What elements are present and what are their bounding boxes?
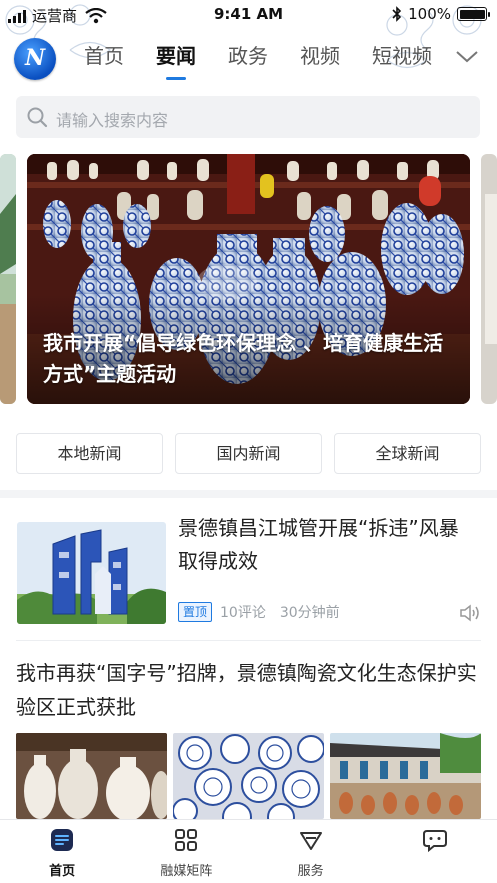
bottom-tab-bar: 首页 融媒矩阵 服务	[0, 819, 497, 883]
bottom-tab-media-matrix[interactable]: 融媒矩阵	[124, 820, 248, 883]
pinned-badge: 置顶	[178, 602, 213, 622]
tab-government[interactable]: 政务	[212, 42, 284, 74]
news-thumbnail	[17, 522, 166, 624]
news-item[interactable]: 景德镇昌江城管开展“拆违”风暴取得成效 置顶 10评论 30分钟前	[0, 498, 497, 640]
tab-short-video[interactable]: 短视频	[356, 42, 448, 74]
bottom-tab-label: 首页	[49, 864, 76, 879]
search-bar[interactable]: 请输入搜索内容	[16, 96, 480, 138]
top-nav: N 首页 要闻 政务 视频 短视频	[0, 34, 497, 82]
local-news-button[interactable]: 本地新闻	[16, 433, 163, 474]
bluetooth-icon	[392, 6, 402, 22]
chevron-down-icon[interactable]	[453, 44, 481, 68]
bottom-tab-label: 服务	[297, 864, 324, 879]
global-news-button[interactable]: 全球新闻	[334, 433, 481, 474]
home-icon	[51, 829, 74, 851]
chat-icon	[422, 830, 447, 853]
tab-headlines[interactable]: 要闻	[140, 42, 212, 80]
banner-caption: 我市开展“倡导绿色环保理念 、培育健康生活方式”主题活动	[43, 331, 444, 386]
category-buttons: 本地新闻 国内新闻 全球新闻	[16, 433, 481, 474]
battery-percent: 100%	[408, 5, 451, 23]
logo-letter: N	[24, 45, 46, 71]
bottom-tab-services[interactable]: 服务	[249, 820, 373, 883]
news-image-kiln-courtyard	[330, 733, 481, 819]
news-image-pottery	[16, 733, 167, 819]
bottom-tab-chat[interactable]	[373, 820, 497, 883]
app-logo[interactable]: N	[14, 38, 56, 80]
news-meta: 置顶 10评论 30分钟前	[178, 602, 340, 622]
bottom-tab-home[interactable]: 首页	[0, 820, 124, 883]
battery-icon	[457, 7, 490, 21]
search-placeholder: 请输入搜索内容	[56, 111, 169, 130]
channel-tabs: 首页 要闻 政务 视频 短视频	[68, 42, 448, 80]
status-bar: 运营商 9:41 AM 100%	[0, 0, 497, 30]
comment-count: 10评论	[220, 605, 266, 621]
tab-video[interactable]: 视频	[284, 42, 356, 74]
carousel-prev-peek[interactable]	[0, 154, 16, 404]
grid-icon	[175, 829, 198, 851]
section-divider	[0, 490, 497, 498]
list-separator	[16, 640, 481, 641]
news-title: 景德镇昌江城管开展“拆违”风暴取得成效	[178, 516, 459, 573]
bottom-tab-label: 融媒矩阵	[160, 864, 213, 879]
news-title-2[interactable]: 我市再获“国字号”招牌，景德镇陶瓷文化生态保护实验区正式获批	[16, 656, 481, 724]
tab-home[interactable]: 首页	[68, 42, 140, 74]
speaker-icon[interactable]	[459, 604, 481, 622]
domestic-news-button[interactable]: 国内新闻	[175, 433, 322, 474]
news-image-strip[interactable]	[16, 733, 481, 819]
publish-time: 30分钟前	[279, 605, 340, 621]
news-image-plates	[173, 733, 324, 819]
search-icon	[27, 107, 48, 128]
service-icon	[299, 832, 322, 850]
carousel-next-peek[interactable]	[481, 154, 497, 404]
carousel-banner[interactable]: 我市开展“倡导绿色环保理念 、培育健康生活方式”主题活动	[27, 154, 470, 404]
